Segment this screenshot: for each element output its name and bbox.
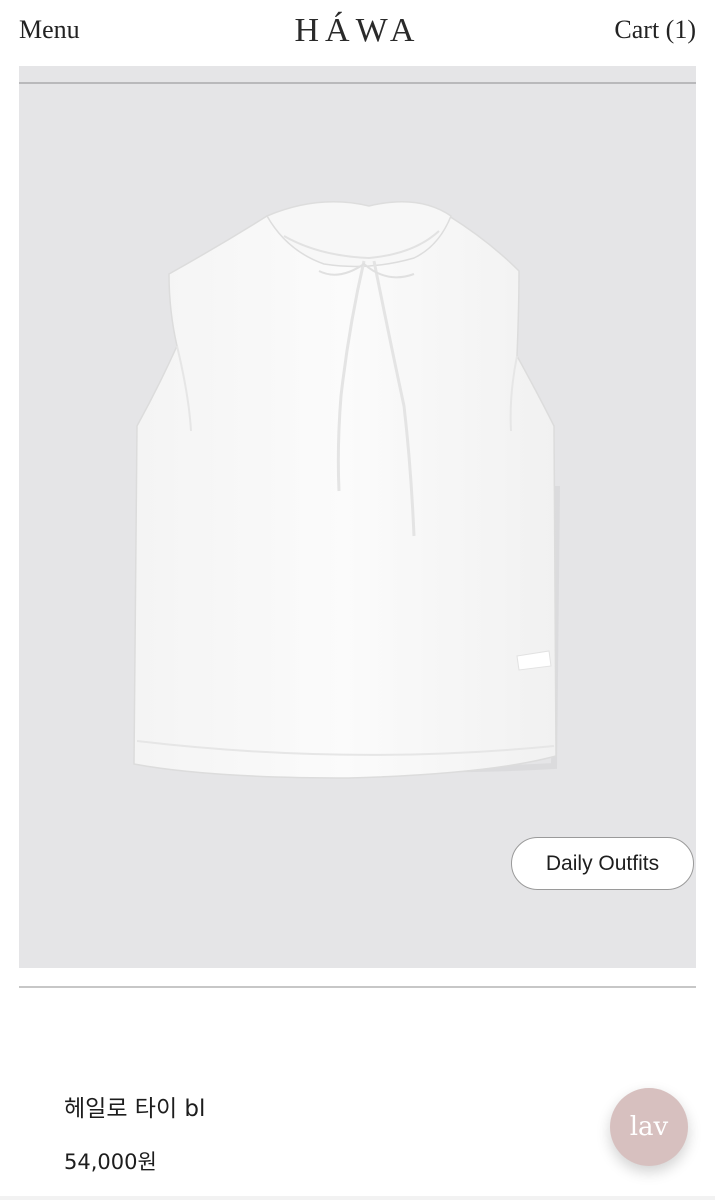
product-name[interactable]: 헤일로 타이 bl	[64, 1089, 205, 1123]
section-divider	[19, 986, 696, 988]
product-image-frame[interactable]: Daily Outfits	[19, 66, 696, 968]
product-price: 54,000원	[64, 1150, 157, 1174]
daily-outfits-tag-button[interactable]: Daily Outfits	[511, 837, 694, 890]
chat-widget-button[interactable]: lav	[610, 1088, 688, 1166]
site-header: Menu HÁWA Cart (1)	[0, 0, 715, 66]
sleeveless-white-blouse-photo	[133, 201, 560, 779]
chat-widget-icon: lav	[629, 1112, 669, 1142]
cart-button[interactable]: Cart (1)	[614, 15, 696, 45]
bottom-edge	[0, 1196, 715, 1200]
brand-logo[interactable]: HÁWA	[0, 12, 715, 50]
